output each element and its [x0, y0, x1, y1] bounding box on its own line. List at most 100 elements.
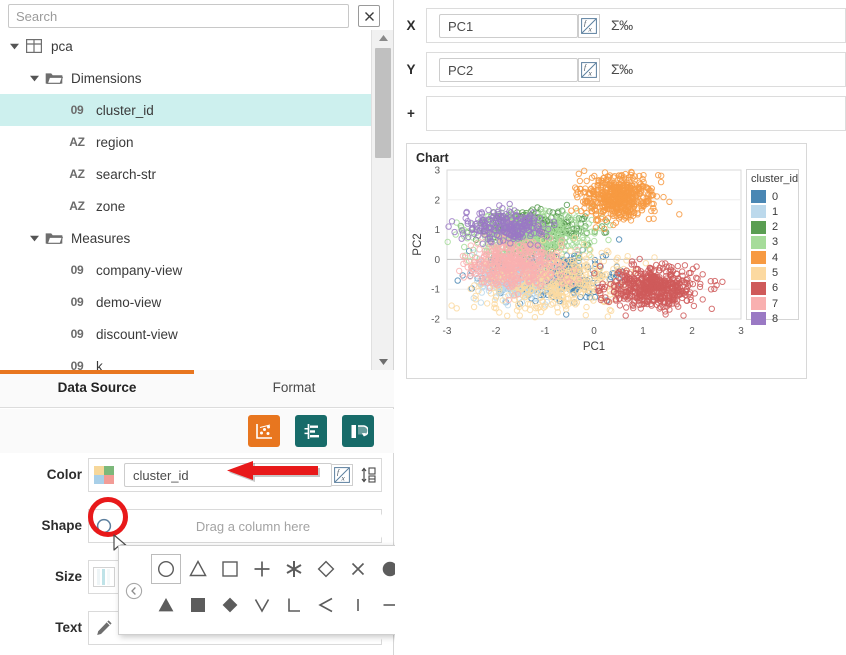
tree-item-label: k	[96, 358, 103, 371]
legend-swatch	[751, 281, 766, 295]
encoding-dropzone[interactable]: PC2 f x Σ‰	[426, 52, 846, 87]
field-tree[interactable]: pca Dimensions 09 cluster_id AZ region AZ searc…	[0, 30, 371, 370]
scrollbar-thumb[interactable]	[375, 48, 391, 158]
legend-swatch	[751, 312, 766, 326]
legend-item[interactable]: 5	[751, 266, 778, 281]
svg-text:f: f	[584, 19, 587, 28]
shape-option-triangle-filled[interactable]	[151, 590, 181, 620]
encoding-row-x: X PC1 f x Σ‰	[403, 6, 846, 45]
x-tick-label: 2	[689, 326, 695, 337]
shape-option-asterisk[interactable]	[279, 554, 309, 584]
tab-format[interactable]: Format	[194, 380, 394, 402]
legend-swatch	[751, 251, 766, 265]
shape-option-plus[interactable]	[247, 554, 277, 584]
close-icon[interactable]	[358, 5, 380, 27]
encoding-row-add: +	[403, 94, 846, 133]
sort-icon[interactable]	[359, 464, 379, 486]
scatter-plot-icon[interactable]	[248, 415, 280, 447]
encoding-field-value[interactable]: PC2	[439, 58, 578, 82]
tree-item-region[interactable]: AZ region	[0, 126, 371, 158]
legend-label: 6	[772, 282, 779, 295]
legend-label: 3	[772, 236, 779, 249]
shape-option-circle-outline[interactable]	[151, 554, 181, 584]
scroll-down-icon[interactable]	[372, 354, 394, 370]
number-type-icon: 09	[70, 263, 84, 277]
tree-item-label: zone	[96, 198, 126, 214]
shape-option-cross-x[interactable]	[343, 554, 373, 584]
tree-item-zone[interactable]: AZ zone	[0, 190, 371, 222]
tree-item-discount-view[interactable]: 09 discount-view	[0, 318, 371, 350]
size-bars-icon[interactable]	[92, 566, 116, 588]
legend-swatch	[751, 266, 766, 280]
tree-item-company-view[interactable]: 09 company-view	[0, 254, 371, 286]
legend-item[interactable]: 6	[751, 281, 778, 296]
shape-option-vertical-bar[interactable]	[343, 590, 373, 620]
shape-option-less-than[interactable]	[311, 590, 341, 620]
legend-item[interactable]: 3	[751, 235, 778, 250]
formula-icon[interactable]: fx	[578, 58, 600, 82]
chevron-down-icon[interactable]	[8, 40, 21, 53]
marks-value-color[interactable]: cluster_id	[124, 463, 332, 487]
shape-grid[interactable]	[151, 554, 407, 628]
tree-item-label: pca	[51, 38, 73, 54]
tree-item-demo-view[interactable]: 09 demo-view	[0, 286, 371, 318]
legend-item[interactable]: 0	[751, 189, 778, 204]
tree-item-cluster-id[interactable]: 09 cluster_id	[0, 94, 371, 126]
encoding-dropzone[interactable]	[426, 96, 846, 131]
tree-item-label: company-view	[96, 262, 183, 278]
aggregate-icon[interactable]: Σ‰	[611, 61, 633, 77]
search-input[interactable]	[8, 4, 349, 28]
caret-spacer	[48, 136, 61, 149]
legend-item[interactable]: 7	[751, 296, 778, 311]
encoding-dropzone[interactable]: PC1 f x Σ‰	[426, 8, 846, 43]
string-type-icon: AZ	[69, 167, 85, 181]
legend-label: 4	[772, 251, 779, 264]
number-type-icon: 09	[70, 295, 84, 309]
active-tab-underline	[0, 370, 194, 374]
aggregate-icon[interactable]: Σ‰	[611, 17, 633, 33]
legend-swatch	[751, 235, 766, 249]
shape-option-diamond-outline[interactable]	[311, 554, 341, 584]
shape-option-square-filled[interactable]	[183, 590, 213, 620]
string-type-icon: AZ	[69, 135, 85, 149]
color-palette-icon[interactable]	[92, 464, 116, 486]
marks-value-shape[interactable]: Drag a column here	[124, 514, 382, 538]
tree-item-search-str[interactable]: AZ search-str	[0, 158, 371, 190]
shape-option-square-outline[interactable]	[215, 554, 245, 584]
formula-icon[interactable]: fx	[578, 14, 600, 38]
chevron-down-icon[interactable]	[28, 232, 41, 245]
tab-data-source[interactable]: Data Source	[0, 380, 194, 402]
legend-item[interactable]: 8	[751, 311, 778, 326]
tree-item-k[interactable]: 09 k	[0, 350, 371, 371]
encoding-letter[interactable]: +	[403, 106, 419, 121]
pencil-icon[interactable]	[92, 617, 116, 639]
shape-option-triangle-outline[interactable]	[183, 554, 213, 584]
tree-item-pca[interactable]: pca	[0, 30, 371, 62]
shape-picker-popup[interactable]	[118, 545, 436, 635]
circle-shape-icon[interactable]	[92, 515, 116, 537]
filter-icon[interactable]	[295, 415, 327, 447]
legend-item[interactable]: 2	[751, 220, 778, 235]
legend-label: 5	[772, 267, 779, 279]
tree-item-dimensions[interactable]: Dimensions	[0, 62, 371, 94]
tree-item-measures[interactable]: Measures	[0, 222, 371, 254]
marks-label-shape: Shape	[41, 518, 82, 533]
caret-spacer	[48, 296, 61, 309]
x-tick-label: -3	[443, 326, 452, 337]
tree-scrollbar[interactable]	[371, 30, 393, 370]
chevron-down-icon[interactable]	[28, 72, 41, 85]
encoding-field-value[interactable]: PC1	[439, 14, 578, 38]
x-tick-label: 0	[591, 326, 597, 337]
shape-prev-icon[interactable]	[125, 582, 143, 600]
encoding-letter: Y	[406, 62, 416, 77]
tree-item-label: demo-view	[96, 294, 162, 310]
shape-option-corner-l[interactable]	[279, 590, 309, 620]
swap-axes-icon[interactable]	[342, 415, 374, 447]
shape-option-diamond-filled[interactable]	[215, 590, 245, 620]
legend-item[interactable]: 1	[751, 204, 778, 219]
shape-option-chevron-down[interactable]	[247, 590, 277, 620]
legend-item[interactable]: 4	[751, 250, 778, 265]
scroll-up-icon[interactable]	[372, 30, 394, 46]
tree-item-label: Measures	[71, 230, 131, 246]
formula-icon[interactable]: fx	[331, 464, 353, 486]
